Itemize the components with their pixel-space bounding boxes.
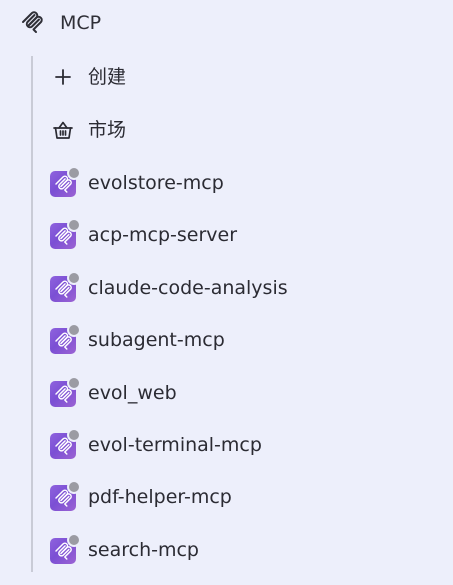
mcp-server-icon bbox=[50, 480, 81, 511]
market-button[interactable]: 市场 bbox=[44, 110, 444, 150]
mcp-section-title: MCP bbox=[60, 12, 102, 34]
mcp-logo-icon bbox=[22, 11, 43, 33]
mcp-server-item[interactable]: pdf-helper-mcp bbox=[44, 477, 444, 517]
mcp-server-icon bbox=[50, 428, 81, 459]
mcp-server-item[interactable]: search-mcp bbox=[44, 530, 444, 570]
mcp-server-name: evol_web bbox=[88, 382, 177, 404]
mcp-section-header[interactable]: MCP bbox=[0, 0, 453, 46]
status-dot-offline bbox=[67, 166, 81, 180]
mcp-server-item[interactable]: evolstore-mcp bbox=[44, 163, 444, 203]
status-dot-offline bbox=[67, 428, 81, 442]
status-dot-offline bbox=[67, 480, 81, 494]
mcp-server-name: acp-mcp-server bbox=[88, 224, 238, 246]
mcp-server-item[interactable]: evol_web bbox=[44, 373, 444, 413]
mcp-server-name: evolstore-mcp bbox=[88, 172, 224, 194]
mcp-server-item[interactable]: claude-code-analysis bbox=[44, 268, 444, 308]
mcp-server-icon bbox=[50, 376, 81, 407]
basket-icon bbox=[53, 121, 73, 139]
tree-guide-line bbox=[31, 56, 33, 572]
mcp-server-item[interactable]: subagent-mcp bbox=[44, 320, 444, 360]
mcp-server-icon bbox=[50, 271, 81, 302]
create-button[interactable]: 创建 bbox=[44, 57, 444, 97]
mcp-server-item[interactable]: evol-terminal-mcp bbox=[44, 425, 444, 465]
status-dot-offline bbox=[67, 218, 81, 232]
status-dot-offline bbox=[67, 271, 81, 285]
mcp-server-name: subagent-mcp bbox=[88, 329, 225, 351]
status-dot-offline bbox=[67, 376, 81, 390]
mcp-server-item[interactable]: acp-mcp-server bbox=[44, 215, 444, 255]
mcp-server-name: search-mcp bbox=[88, 539, 199, 561]
mcp-server-name: evol-terminal-mcp bbox=[88, 434, 262, 456]
status-dot-offline bbox=[67, 323, 81, 337]
plus-icon bbox=[55, 69, 71, 85]
mcp-server-name: claude-code-analysis bbox=[88, 277, 288, 299]
mcp-server-icon bbox=[50, 533, 81, 564]
mcp-server-icon bbox=[50, 323, 81, 354]
market-label: 市场 bbox=[88, 119, 127, 141]
status-dot-offline bbox=[67, 533, 81, 547]
mcp-server-icon bbox=[50, 166, 81, 197]
mcp-server-icon bbox=[50, 218, 81, 249]
mcp-server-name: pdf-helper-mcp bbox=[88, 486, 232, 508]
create-label: 创建 bbox=[88, 66, 127, 88]
